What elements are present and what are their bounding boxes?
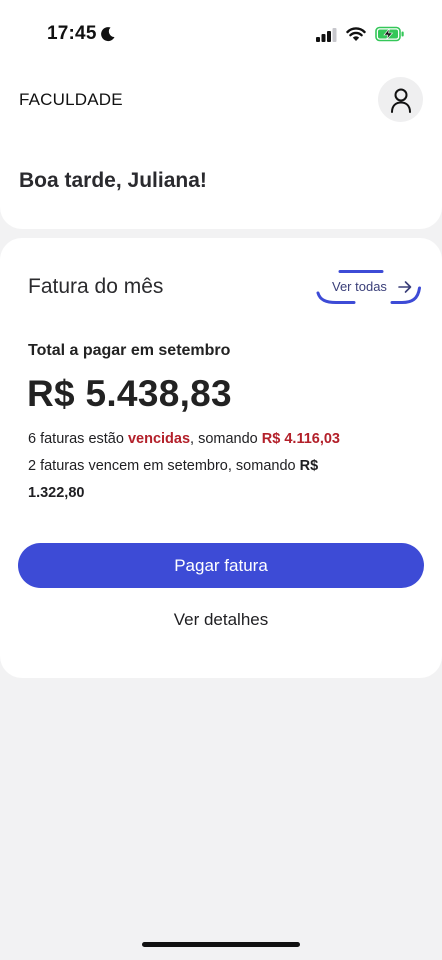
signal-icon xyxy=(316,28,337,42)
app-title: FACULDADE xyxy=(19,90,123,109)
overdue-prefix: 6 faturas estão xyxy=(28,431,128,447)
upcoming-amount-value: 1.322,80 xyxy=(28,485,85,501)
overdue-middle: , somando xyxy=(190,431,262,447)
invoice-card: Fatura do mês Ver todas Total a pagar em… xyxy=(0,238,442,678)
total-amount: R$ 5.438,83 xyxy=(27,373,232,414)
pay-invoice-button[interactable]: Pagar fatura xyxy=(18,543,424,588)
overdue-amount: R$ 4.116,03 xyxy=(261,431,340,447)
overdue-status: vencidas xyxy=(127,431,191,447)
view-all-button[interactable]: Ver todas xyxy=(316,270,422,304)
arrow-right-icon xyxy=(398,281,412,293)
overdue-summary: 6 faturas estão vencidas, somando R$ 4.1… xyxy=(28,429,340,449)
home-indicator xyxy=(142,942,300,947)
header-card: 17:45 FACULDADE Boa tarde, Juliana! xyxy=(0,0,442,229)
total-label: Total a pagar em setembro xyxy=(28,342,231,359)
upcoming-text: 2 faturas vencem em setembro, somando xyxy=(28,458,300,474)
greeting: Boa tarde, Juliana! xyxy=(19,169,207,192)
moon-icon xyxy=(101,27,115,42)
profile-button[interactable] xyxy=(378,77,423,122)
user-icon xyxy=(390,88,411,113)
view-all-label: Ver todas xyxy=(332,279,387,294)
upcoming-amount-currency: R$ xyxy=(299,458,319,474)
wifi-icon xyxy=(346,27,366,41)
status-time: 17:45 xyxy=(47,23,97,44)
upcoming-summary: 2 faturas vencem em setembro, somando R$ xyxy=(28,456,318,476)
battery-charging-icon xyxy=(375,26,404,42)
view-details-link[interactable]: Ver detalhes xyxy=(0,610,442,630)
card-title: Fatura do mês xyxy=(28,275,164,298)
